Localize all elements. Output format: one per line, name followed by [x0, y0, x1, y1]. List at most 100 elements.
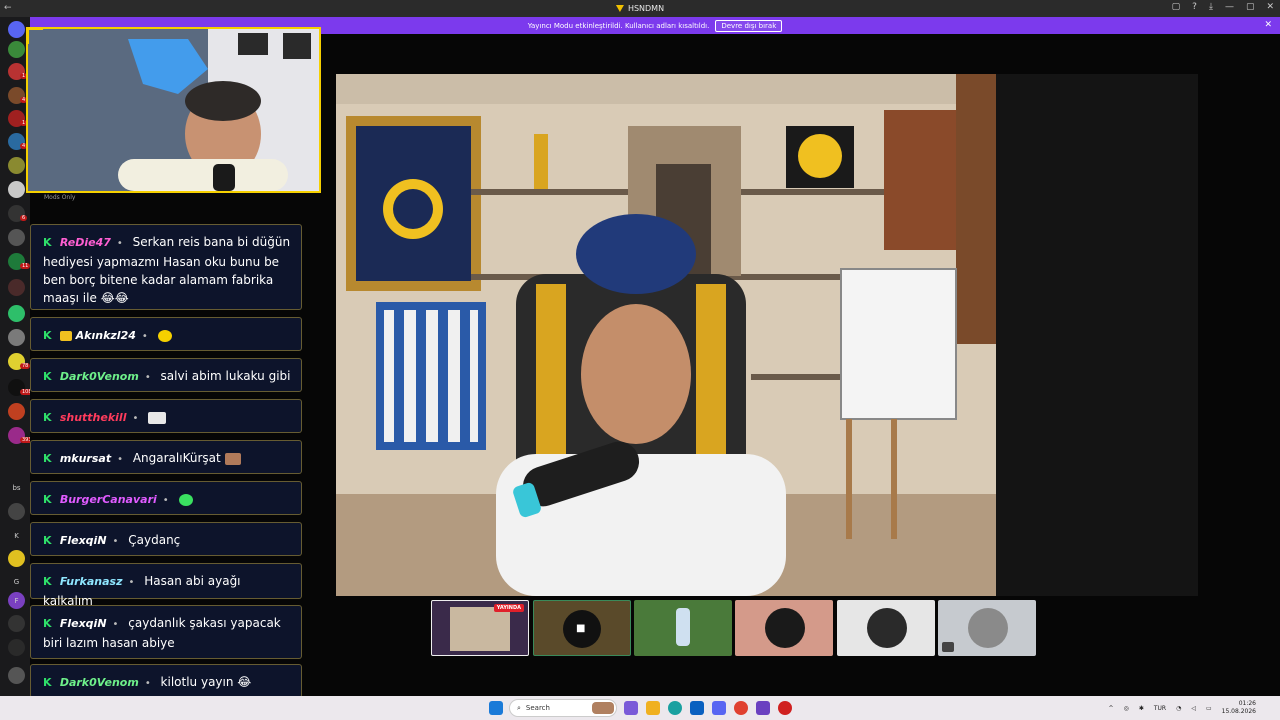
chat-username[interactable]: BurgerCanavari	[60, 493, 157, 506]
server-avatar[interactable]	[8, 181, 25, 198]
chat-message: K FlexqiN • çaydanlık şakası yapacak biri…	[30, 605, 302, 659]
emote-laughing: 😂	[237, 675, 252, 689]
network-icon[interactable]: ◎	[1124, 705, 1129, 712]
app-grid-icon[interactable]	[756, 701, 770, 715]
help-icon[interactable]: ?	[1192, 2, 1197, 12]
chat-username[interactable]: Dark0Venom	[60, 676, 139, 689]
chat-message: K mkursat • AngaralıKürşat	[30, 440, 302, 474]
separator-dot: •	[144, 372, 151, 383]
chat-text: Çaydanç	[128, 533, 181, 547]
copilot-icon[interactable]	[624, 701, 638, 715]
chat-username[interactable]: FlexqiN	[60, 617, 107, 630]
battery-icon[interactable]: ▭	[1206, 705, 1212, 712]
live-preview	[450, 607, 510, 651]
green-emote-icon	[178, 493, 193, 506]
server-avatar[interactable]	[8, 403, 25, 420]
kick-badge-icon: K	[43, 676, 52, 689]
download-icon[interactable]: ⤓	[1209, 2, 1213, 12]
kick-badge-icon: K	[43, 493, 52, 506]
participant-tile[interactable]: ■	[533, 600, 631, 656]
chevron-up-icon[interactable]: ^	[1109, 705, 1114, 712]
participant-tile-live[interactable]: YAYINDA	[431, 600, 529, 656]
disable-streamer-mode-button[interactable]: Devre dışı bırak	[715, 19, 783, 32]
server-avatar[interactable]	[8, 157, 25, 174]
download-apps-icon[interactable]	[8, 639, 25, 656]
chat-username[interactable]: ReDie47	[60, 236, 111, 249]
crown-icon	[59, 330, 72, 341]
kick-badge-icon: K	[43, 617, 52, 630]
kick-badge-icon: K	[43, 452, 52, 465]
kick-badge-icon: K	[43, 575, 52, 588]
chat-username[interactable]: FlexqiN	[60, 534, 107, 547]
chat-username[interactable]: mkursat	[60, 452, 111, 465]
face-emote-icon	[224, 452, 241, 465]
participant-tile[interactable]	[837, 600, 935, 656]
server-avatar[interactable]	[8, 329, 25, 346]
clock-time: 01:26	[1238, 700, 1256, 707]
back-arrow-icon[interactable]: ←	[4, 3, 12, 13]
server-avatar[interactable]	[8, 550, 25, 567]
edge-icon[interactable]	[668, 701, 682, 715]
participant-tile[interactable]	[938, 600, 1036, 656]
clock[interactable]: 01:26 15.08.2026	[1222, 700, 1256, 716]
server-avatar[interactable]	[8, 41, 25, 58]
webcam-scene	[28, 29, 319, 191]
participant-tile[interactable]	[634, 600, 732, 656]
search-placeholder: Search	[525, 704, 550, 712]
bluetooth-icon[interactable]: ✱	[1139, 705, 1144, 712]
system-tray: ^ ◎ ✱ TUR ◔ ◁ ▭ 01:26 15.08.2026	[1109, 700, 1256, 716]
chat-username[interactable]: Dark0Venom	[60, 370, 139, 383]
kick-badge-icon: K	[43, 534, 52, 547]
user-avatar[interactable]	[8, 667, 25, 684]
participant-avatar	[968, 608, 1008, 648]
outlook-icon[interactable]	[690, 701, 704, 715]
server-avatar[interactable]	[8, 279, 25, 296]
file-explorer-icon[interactable]	[646, 701, 660, 715]
close-window-button[interactable]: ✕	[1266, 2, 1274, 12]
chrome-icon[interactable]	[734, 701, 748, 715]
emote-laughing: 😂😂	[100, 291, 129, 305]
chat-message: K Furkanasz • Hasan abi ayağı kalkalım	[30, 563, 302, 608]
server-avatar[interactable]	[8, 305, 25, 322]
banner-close-icon[interactable]: ✕	[1264, 20, 1272, 30]
chat-username[interactable]: shutthekill	[60, 411, 127, 424]
separator-dot: •	[112, 536, 119, 547]
server-letter[interactable]: F	[8, 592, 25, 609]
wifi-icon[interactable]: ◔	[1176, 705, 1181, 712]
chat-username[interactable]: Akınkzl24	[76, 329, 136, 342]
separator-dot: •	[162, 495, 169, 506]
server-letter[interactable]: G	[8, 573, 25, 590]
chat-message: K BurgerCanavari •	[30, 481, 302, 515]
participant-avatar	[867, 608, 907, 648]
maximize-button[interactable]: ▢	[1246, 2, 1255, 12]
participant-tile[interactable]	[735, 600, 833, 656]
chat-username[interactable]: Furkanasz	[60, 575, 123, 588]
chat-text: AngaralıKürşat	[132, 451, 221, 465]
chat-message: K ReDie47 • Serkan reis bana bi düğün hed…	[30, 224, 302, 310]
separator-dot: •	[116, 238, 123, 249]
discord-icon[interactable]	[712, 701, 726, 715]
server-letter[interactable]: bs	[8, 479, 25, 496]
app-icon[interactable]	[778, 701, 792, 715]
kick-badge-icon: K	[43, 236, 52, 249]
windows-taskbar: ⌕ Search ^ ◎ ✱ TUR ◔ ◁ ▭ 01:26 15.08.202…	[0, 696, 1280, 720]
server-avatar[interactable]	[8, 503, 25, 520]
minimize-button[interactable]: —	[1225, 2, 1234, 12]
participant-avatar	[765, 608, 805, 648]
server-letter[interactable]: K	[8, 527, 25, 544]
home-icon[interactable]	[8, 21, 25, 38]
volume-icon[interactable]: ◁	[1191, 705, 1196, 712]
participant-avatar	[676, 608, 690, 646]
window-title-text: HSNDMN	[627, 4, 665, 13]
start-button-icon[interactable]	[489, 701, 503, 715]
rss-icon[interactable]	[8, 615, 25, 632]
meme-emote-icon	[148, 411, 167, 424]
chat-message: K FlexqiN • Çaydanç	[30, 522, 302, 556]
streamer-webcam[interactable]	[26, 27, 321, 193]
separator-dot: •	[128, 577, 135, 588]
server-avatar[interactable]	[8, 229, 25, 246]
main-video-feed[interactable]	[336, 74, 1198, 596]
language-indicator[interactable]: TUR	[1154, 705, 1166, 712]
screen-share-icon	[942, 642, 954, 652]
screen-icon[interactable]: ▢	[1172, 2, 1181, 12]
